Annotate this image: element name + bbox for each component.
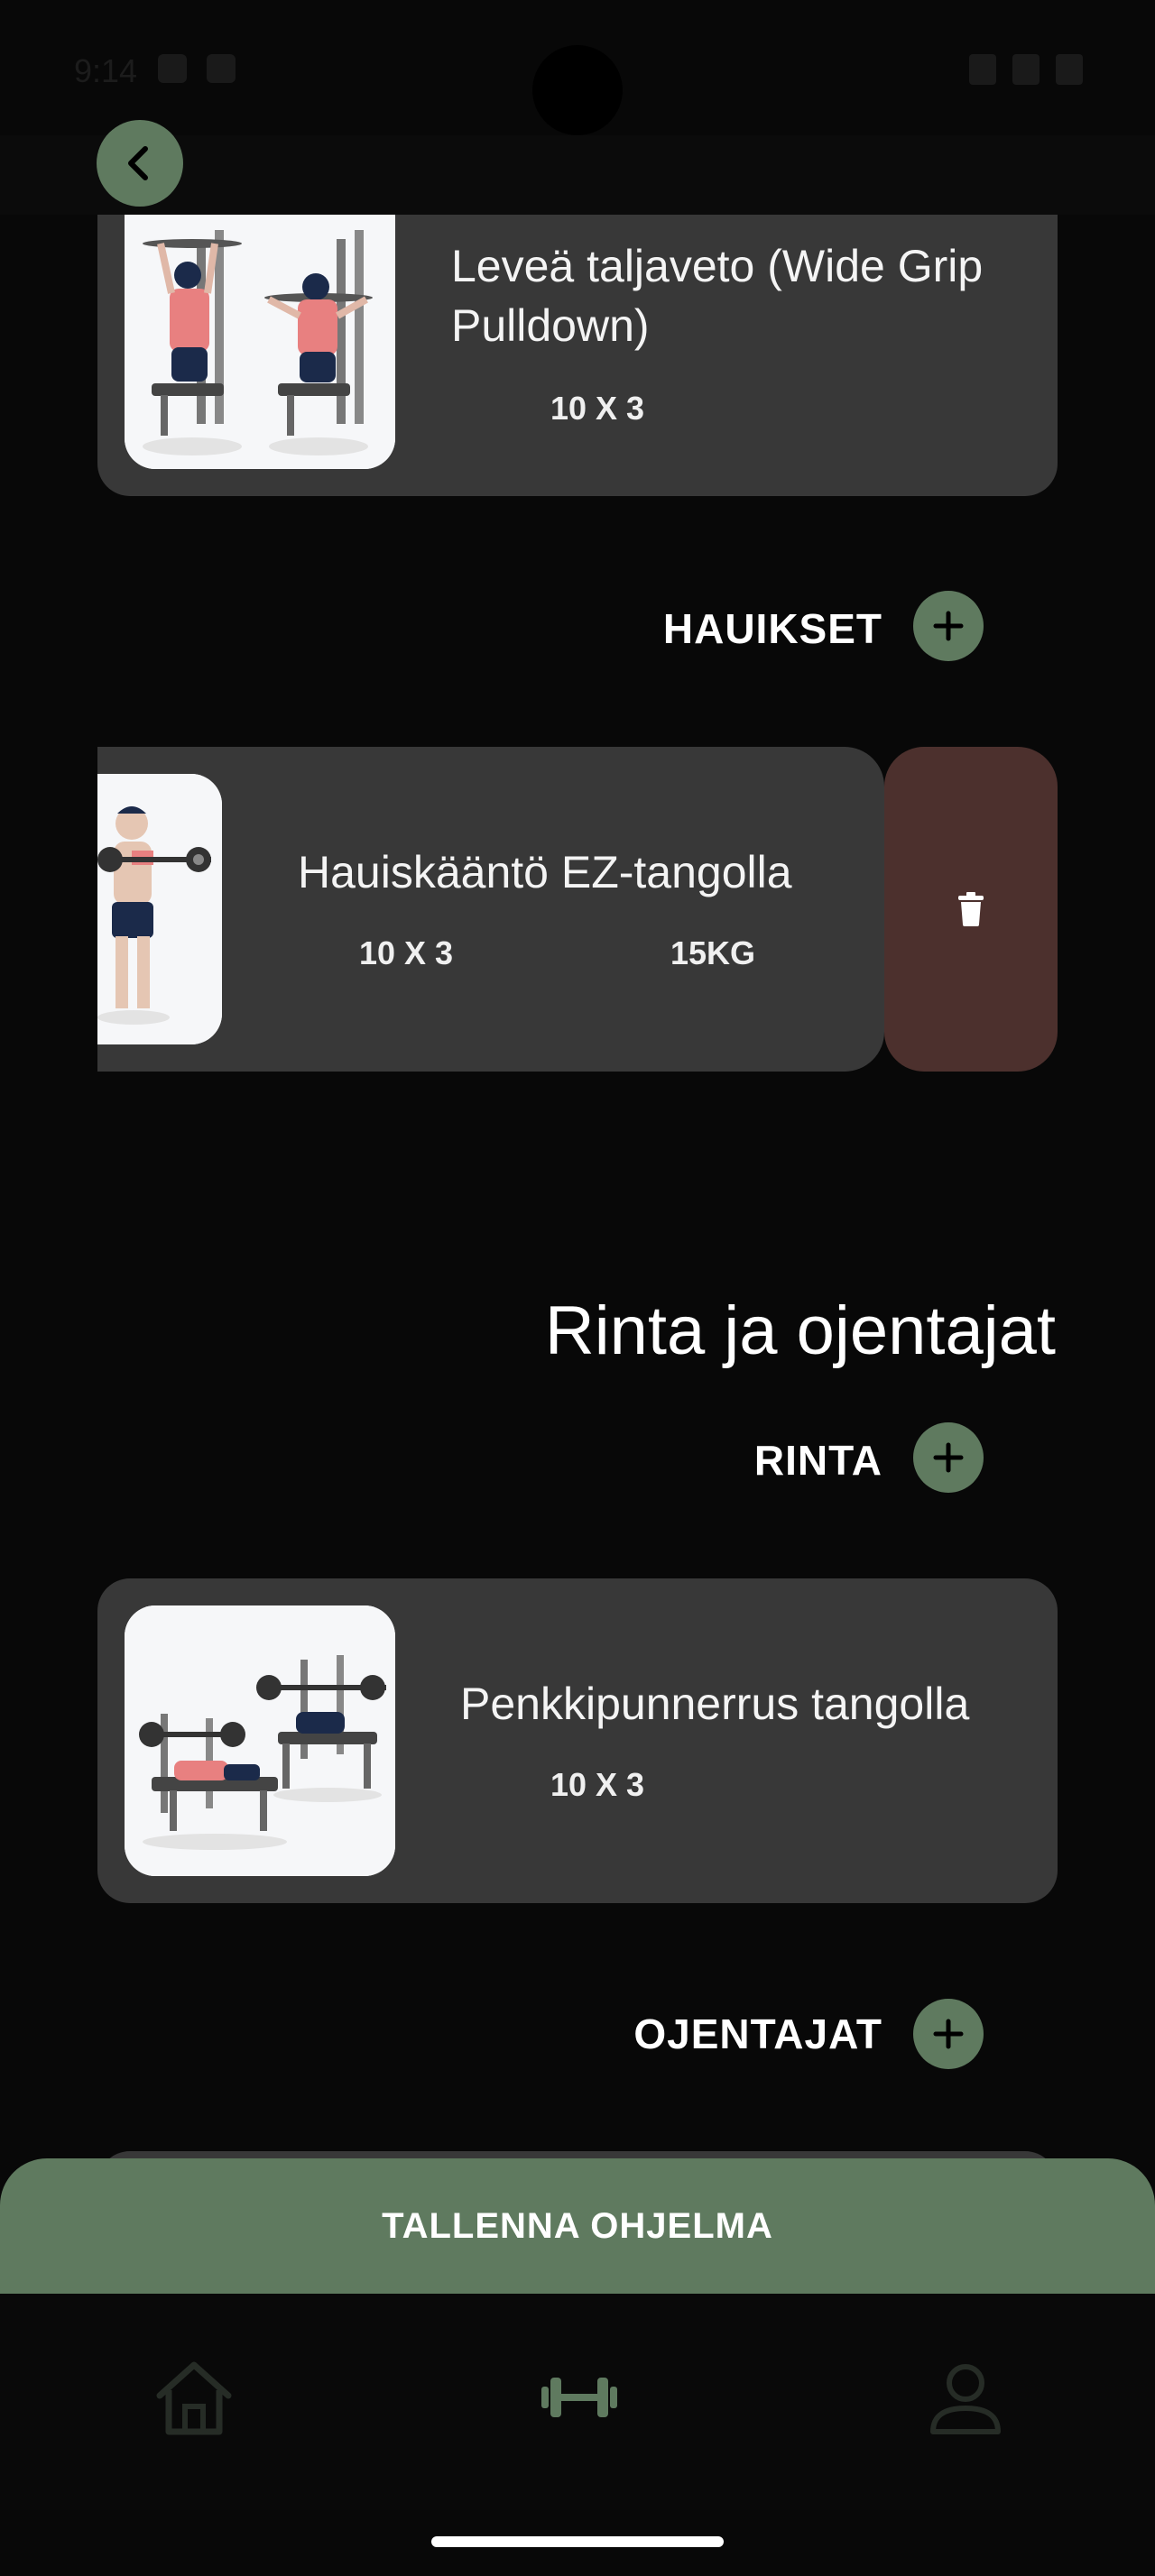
nav-profile[interactable]	[916, 2348, 1015, 2447]
battery-icon	[1056, 54, 1083, 85]
signal-icon	[1012, 54, 1040, 85]
delete-exercise-button[interactable]	[884, 747, 1058, 1072]
section-label-rinta: RINTA	[753, 1437, 882, 1484]
profile-icon	[930, 2364, 1001, 2434]
exercise-name: Leveä taljaveto (Wide Grip Pulldown)	[451, 241, 984, 351]
exercise-sets: 10 X 3	[359, 934, 454, 971]
exercise-thumbnail-wide-grip	[125, 189, 395, 469]
exercise-name: Hauiskääntö EZ-tangolla	[298, 847, 792, 897]
home-icon	[156, 2361, 232, 2435]
add-hauikset-button[interactable]	[913, 591, 984, 661]
notification-icon	[158, 54, 187, 83]
plus-icon	[933, 1442, 964, 1473]
section-label-ojentajat: OJENTAJAT	[633, 2010, 882, 2057]
status-bar: 9:14	[0, 0, 1155, 135]
status-notification-icons	[158, 54, 236, 83]
plus-icon	[933, 611, 964, 641]
trash-icon	[958, 892, 984, 926]
home-indicator[interactable]	[431, 2536, 724, 2547]
exercise-card-bench-press[interactable]: Penkkipunnerrus tangolla 10 X 3	[97, 1578, 1058, 1903]
exercise-thumbnail-bench-press	[125, 1605, 395, 1876]
add-rinta-button[interactable]	[913, 1422, 984, 1493]
status-time: 9:14	[74, 52, 138, 89]
exercise-sets: 10 X 3	[550, 1766, 645, 1803]
wifi-icon	[969, 54, 996, 85]
exercise-thumbnail-ez-curl	[97, 774, 222, 1044]
exercise-card-wide-grip[interactable]: Leveä taljaveto (Wide Grip Pulldown) 10 …	[97, 189, 1058, 496]
chevron-left-icon	[128, 146, 148, 180]
back-button[interactable]	[97, 120, 183, 207]
dumbbell-icon	[541, 2378, 617, 2417]
save-program-label: TALLENNA OHJELMA	[382, 2205, 773, 2246]
exercise-name: Penkkipunnerrus tangolla	[460, 1679, 970, 1729]
add-ojentajat-button[interactable]	[913, 1999, 984, 2069]
exercise-sets: 10 X 3	[550, 390, 645, 427]
exercise-card-ez-curl[interactable]: Hauiskääntö EZ-tangolla 10 X 3 15KG	[97, 747, 884, 1072]
section-label-hauikset: HAUIKSET	[662, 605, 882, 652]
exercise-weight: 15KG	[670, 934, 756, 971]
bottom-navigation	[0, 2294, 1155, 2510]
plus-icon	[933, 2019, 964, 2049]
nav-home[interactable]	[144, 2348, 244, 2447]
camera-cutout	[532, 45, 623, 135]
save-program-button[interactable]: TALLENNA OHJELMA	[0, 2158, 1155, 2294]
status-system-icons	[969, 54, 1083, 85]
nav-workouts[interactable]	[530, 2348, 629, 2447]
sim-icon	[207, 54, 236, 83]
muscle-group-title: Rinta ja ojentajat	[544, 1293, 1056, 1369]
